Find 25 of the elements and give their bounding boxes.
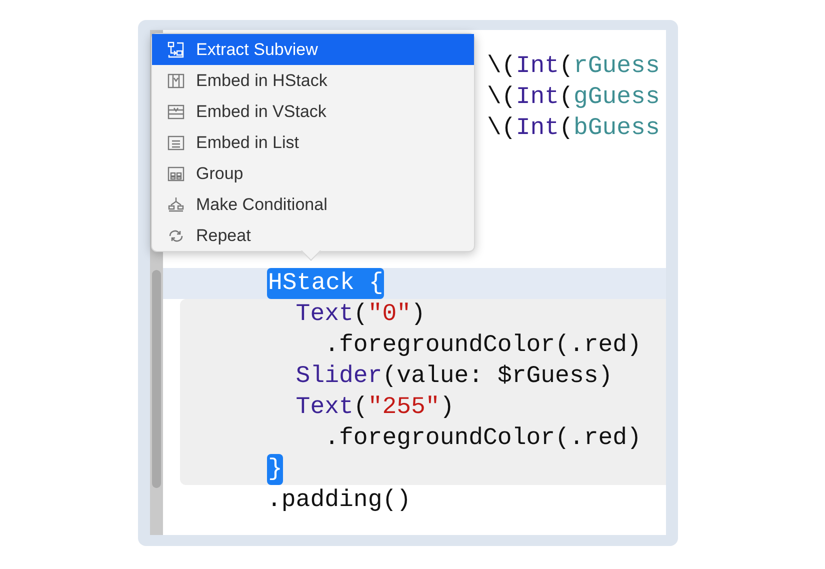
code-line: Text("255") (296, 393, 454, 423)
branch-icon (167, 196, 185, 214)
code-line: \(Int(bGuess (487, 114, 660, 144)
menu-item[interactable]: Embed in List (152, 127, 474, 158)
menu-item[interactable]: Group (152, 158, 474, 189)
code-selection: HStack { (267, 268, 384, 299)
menu-item[interactable]: Embed in HStack (152, 65, 474, 96)
code-line: Slider(value: $rGuess) (296, 362, 613, 392)
code-line: \(Int(rGuess (487, 52, 660, 82)
menu-item[interactable]: Repeat (152, 220, 474, 251)
code-line: .padding() (267, 486, 412, 516)
menu-item[interactable]: Make Conditional (152, 189, 474, 220)
grid-icon (167, 164, 185, 182)
extract-subview-icon (167, 40, 185, 58)
code-line: .foregroundColor(.red) (324, 424, 642, 454)
columns-icon (167, 72, 185, 90)
code-line: Text("0") (296, 300, 426, 330)
menu-item[interactable]: Embed in VStack (152, 96, 474, 127)
code-line: .foregroundColor(.red) (324, 331, 642, 361)
list-icon (167, 134, 185, 152)
menu-item[interactable]: Extract Subview (152, 34, 474, 65)
rows-icon (167, 102, 185, 120)
code-line: \(Int(gGuess (487, 83, 660, 113)
scroll-thumb[interactable] (152, 270, 161, 488)
code-selection: } (267, 454, 284, 485)
